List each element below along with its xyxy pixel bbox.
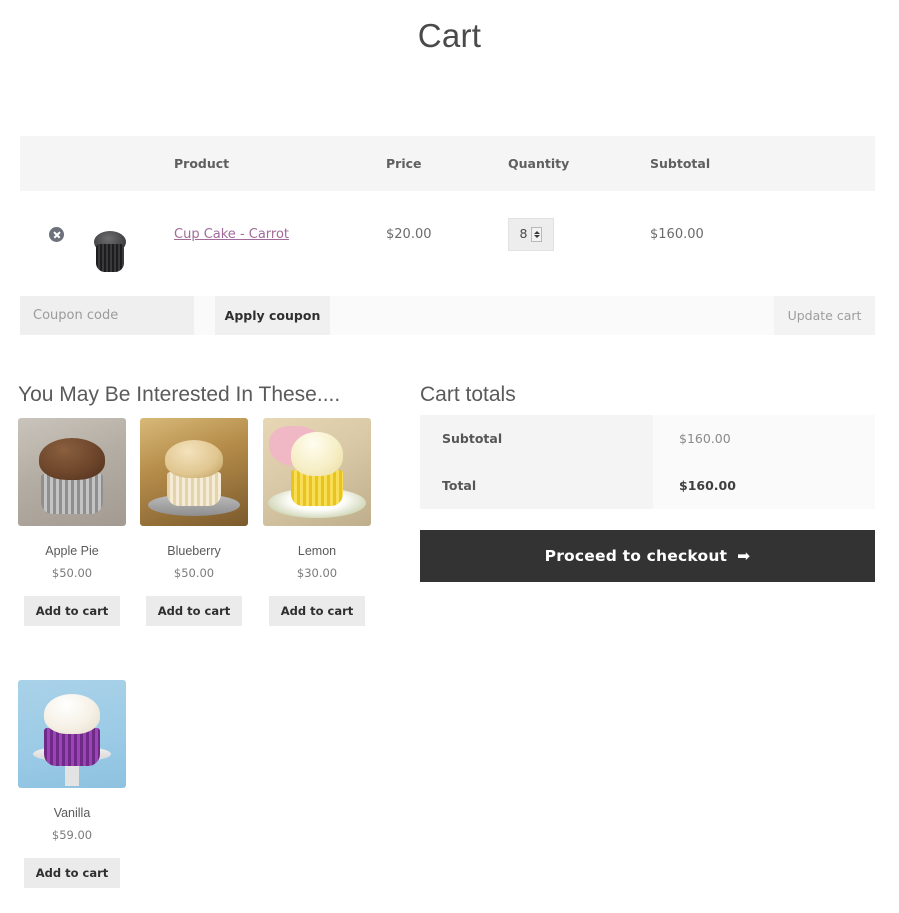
chocolate-cupcake-image[interactable]: [18, 418, 126, 526]
cart-table-header-row: Product Price Quantity Subtotal: [20, 136, 875, 191]
column-header-thumbnail: [82, 136, 174, 191]
coupon-input[interactable]: [20, 296, 194, 335]
product-price: $20.00: [386, 226, 432, 242]
apply-coupon-button[interactable]: Apply coupon: [215, 296, 330, 335]
checkout-button-label: Proceed to checkout: [544, 547, 728, 565]
product-card-lemon[interactable]: Lemon $30.00 Add to cart: [263, 418, 371, 626]
totals-label-total: Total: [420, 462, 653, 509]
cart-table: Product Price Quantity Subtotal Cup Cake…: [20, 136, 875, 277]
product-name-cell: Cup Cake - Carrot: [174, 191, 386, 277]
totals-label-subtotal: Subtotal: [420, 415, 653, 462]
blueberry-muffin-image[interactable]: [140, 418, 248, 526]
column-header-price: Price: [386, 156, 422, 171]
spinner-up-arrow-icon[interactable]: [533, 230, 540, 234]
totals-value-subtotal: $160.00: [653, 415, 875, 462]
add-to-cart-button[interactable]: Add to cart: [23, 596, 121, 626]
product-subtotal: $160.00: [650, 226, 704, 242]
cart-totals-heading: Cart totals: [420, 383, 516, 406]
product-card-price: $59.00: [51, 828, 93, 842]
coupon-row: Apply coupon Update cart: [20, 296, 875, 335]
add-to-cart-button[interactable]: Add to cart: [268, 596, 366, 626]
cart-item-row: Cup Cake - Carrot $20.00 8 $160.00: [20, 191, 875, 277]
product-card-name: Blueberry: [167, 544, 221, 558]
proceed-to-checkout-button[interactable]: Proceed to checkout ➡: [420, 530, 875, 582]
column-header-product: Product: [174, 156, 230, 171]
add-to-cart-button[interactable]: Add to cart: [23, 858, 121, 888]
product-card-vanilla[interactable]: Vanilla $59.00 Add to cart: [18, 680, 126, 888]
totals-value-total: $160.00: [653, 462, 875, 509]
product-card-name: Lemon: [297, 544, 337, 558]
totals-row-subtotal: Subtotal $160.00: [420, 415, 875, 462]
column-header-subtotal: Subtotal: [650, 156, 711, 171]
product-card-name: Vanilla: [53, 806, 91, 820]
cart-table-container: Product Price Quantity Subtotal Cup Cake…: [20, 136, 875, 277]
product-card-blueberry[interactable]: Blueberry $50.00 Add to cart: [140, 418, 248, 626]
product-card-price: $30.00: [296, 566, 338, 580]
update-cart-button[interactable]: Update cart: [774, 296, 875, 335]
lemon-cupcake-image[interactable]: [263, 418, 371, 526]
quantity-value: 8: [519, 225, 528, 241]
remove-cell: [20, 191, 82, 277]
cart-totals-table: Subtotal $160.00 Total $160.00: [420, 415, 875, 509]
vanilla-cupcake-image[interactable]: [18, 680, 126, 788]
column-header-quantity: Quantity: [508, 156, 570, 171]
totals-row-total: Total $160.00: [420, 462, 875, 509]
quantity-stepper[interactable]: 8: [508, 217, 554, 251]
column-header-remove: [20, 136, 82, 191]
add-to-cart-button[interactable]: Add to cart: [145, 596, 243, 626]
product-link[interactable]: Cup Cake - Carrot: [174, 227, 289, 242]
remove-circle-icon[interactable]: [49, 226, 64, 242]
page-title: Cart: [417, 17, 482, 54]
product-card-price: $50.00: [173, 566, 215, 580]
quantity-cell: 8: [508, 191, 650, 277]
thumbnail-cell: [82, 191, 174, 277]
related-products-heading: You May Be Interested In These....: [18, 383, 341, 406]
spinner-down-arrow-icon[interactable]: [533, 234, 540, 238]
cart-totals-container: Subtotal $160.00 Total $160.00: [420, 415, 875, 509]
product-card-apple-pie[interactable]: Apple Pie $50.00 Add to cart: [18, 418, 126, 626]
arrow-right-icon: ➡: [737, 547, 751, 565]
quantity-spinner-icon[interactable]: [531, 226, 543, 242]
product-card-price: $50.00: [51, 566, 93, 580]
product-card-name: Apple Pie: [45, 544, 99, 558]
